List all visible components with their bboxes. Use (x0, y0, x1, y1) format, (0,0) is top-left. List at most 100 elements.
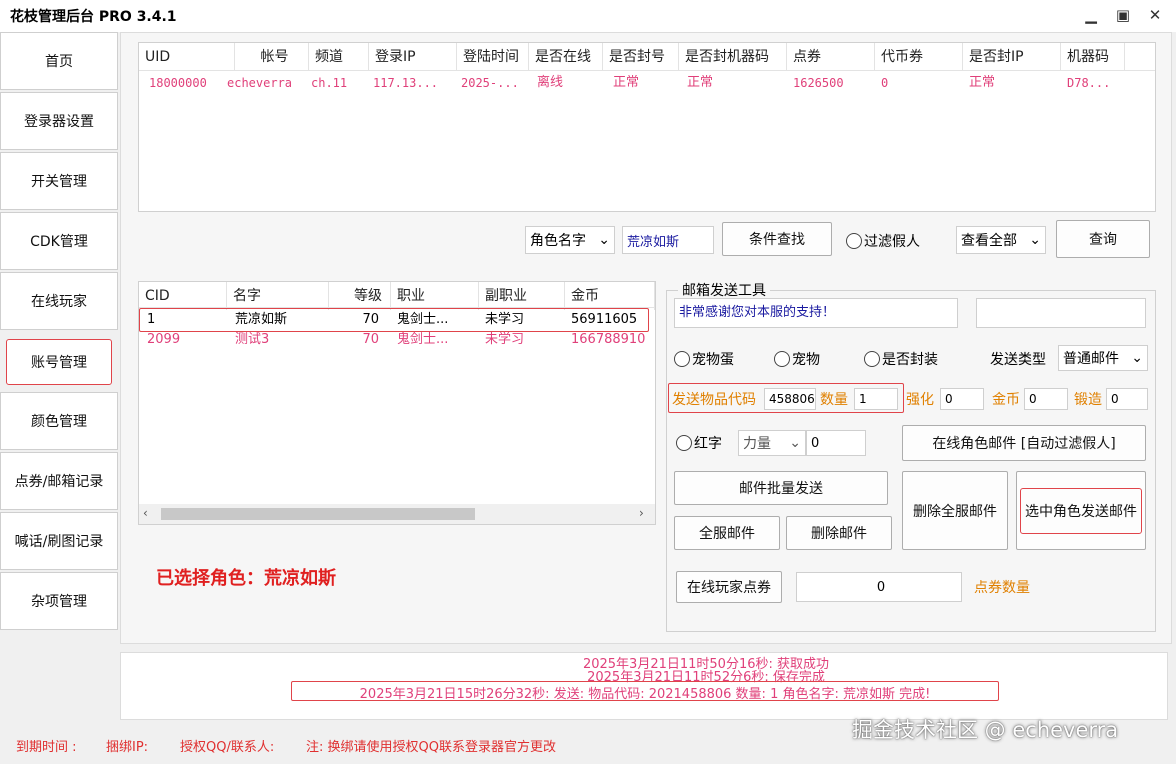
send-selected-role-mail-button[interactable]: 选中角色发送邮件 (1020, 487, 1142, 534)
chevron-down-icon: ⌄ (1131, 350, 1143, 366)
points-amount-input[interactable]: 0 (796, 572, 962, 602)
characters-table[interactable]: CID 名字 等级 职业 副职业 金币 1 荒凉如斯 70 鬼剑士... 未学习… (138, 281, 656, 525)
char-name[interactable]: 荒凉如斯 (229, 310, 329, 330)
account-ip-banned[interactable]: 正常 (963, 73, 1059, 93)
sidebar-item-switches[interactable]: 开关管理 (0, 152, 118, 210)
col-account[interactable]: 帐号 (235, 43, 309, 71)
sidebar-item-points-mail-log[interactable]: 点券/邮箱记录 (0, 452, 118, 510)
char-job[interactable]: 鬼剑士... (391, 330, 479, 350)
search-field-select[interactable]: 角色名字 ⌄ (525, 226, 615, 254)
chevron-down-icon: ⌄ (1029, 232, 1041, 248)
char-job[interactable]: 鬼剑士... (391, 310, 479, 330)
account-points[interactable]: 1626500 (787, 73, 875, 93)
close-icon[interactable]: ✕ (1142, 6, 1168, 26)
col-job[interactable]: 职业 (391, 282, 479, 310)
chevron-down-icon: ⌄ (789, 435, 801, 451)
account-login-time[interactable]: 2025-... (455, 73, 527, 93)
col-machine-banned[interactable]: 是否封机器码 (679, 43, 787, 71)
account-machine-banned[interactable]: 正常 (681, 73, 781, 93)
sidebar-item-home[interactable]: 首页 (0, 32, 118, 90)
scroll-left-icon[interactable]: ‹ (143, 506, 148, 520)
account-tokens[interactable]: 0 (875, 73, 963, 93)
view-all-select[interactable]: 查看全部 ⌄ (956, 226, 1046, 254)
char-name[interactable]: 测试3 (229, 330, 329, 350)
account-channel[interactable]: ch.11 (305, 73, 369, 93)
col-machine-code[interactable]: 机器码 (1061, 43, 1125, 71)
query-button[interactable]: 查询 (1056, 220, 1150, 258)
sidebar-item-shout-log[interactable]: 喊话/刷图记录 (0, 512, 118, 570)
online-player-points-button[interactable]: 在线玩家点券 (676, 571, 782, 603)
sidebar-item-misc[interactable]: 杂项管理 (0, 572, 118, 630)
col-online[interactable]: 是否在线 (529, 43, 603, 71)
col-char-name[interactable]: 名字 (227, 282, 329, 310)
forge-input[interactable]: 0 (1106, 388, 1148, 410)
char-gold[interactable]: 56911605 (565, 310, 655, 330)
qty-input[interactable]: 1 (854, 388, 898, 410)
batch-mail-button[interactable]: 邮件批量发送 (674, 471, 888, 505)
send-type-select[interactable]: 普通邮件 ⌄ (1058, 345, 1148, 371)
col-subjob[interactable]: 副职业 (479, 282, 565, 310)
mail-tool-title: 邮箱发送工具 (678, 280, 770, 300)
char-gold[interactable]: 166788910 (565, 330, 655, 350)
col-banned[interactable]: 是否封号 (603, 43, 679, 71)
account-ip[interactable]: 117.13... (367, 73, 455, 93)
col-login-ip[interactable]: 登录IP (369, 43, 457, 71)
mail-extra-input[interactable] (976, 298, 1146, 328)
red-text-radio[interactable]: 红字 (676, 433, 722, 453)
sidebar-item-launcher-settings[interactable]: 登录器设置 (0, 92, 118, 150)
minimize-icon[interactable]: ▁ (1078, 6, 1104, 26)
item-code-input[interactable]: 458806 (764, 388, 816, 410)
condition-search-button[interactable]: 条件查找 (722, 222, 832, 256)
pet-radio[interactable]: 宠物 (774, 349, 820, 369)
forge-label: 锻造 (1074, 392, 1102, 408)
send-type-value: 普通邮件 (1063, 351, 1119, 367)
sidebar-item-accounts[interactable]: 账号管理 (6, 339, 112, 385)
maximize-icon[interactable]: ▣ (1110, 6, 1136, 26)
col-login-time[interactable]: 登陆时间 (457, 43, 529, 71)
account-online[interactable]: 离线 (531, 73, 601, 93)
col-tokens[interactable]: 代币券 (875, 43, 963, 71)
search-keyword-input[interactable]: 荒凉如斯 (622, 226, 714, 254)
window-title: 花枝管理后台 PRO 3.4.1 (10, 9, 177, 25)
scrollbar-thumb[interactable] (161, 508, 475, 520)
char-cid[interactable]: 1 (141, 310, 227, 330)
send-selected-role-mail-wrapper: 选中角色发送邮件 (1016, 471, 1146, 550)
scroll-right-icon[interactable]: › (639, 506, 644, 520)
delete-all-mail-button[interactable]: 删除全服邮件 (902, 471, 1008, 550)
sidebar-item-cdk[interactable]: CDK管理 (0, 212, 118, 270)
horizontal-scrollbar[interactable]: ‹ › (139, 504, 655, 524)
col-uid[interactable]: UID (139, 43, 235, 71)
filter-fake-radio[interactable]: 过滤假人 (846, 231, 920, 251)
char-subjob[interactable]: 未学习 (479, 310, 565, 330)
delete-mail-button[interactable]: 删除邮件 (786, 516, 892, 550)
account-banned[interactable]: 正常 (607, 73, 677, 93)
pet-egg-radio[interactable]: 宠物蛋 (674, 349, 734, 369)
col-gold[interactable]: 金币 (565, 282, 655, 310)
sidebar-item-colors[interactable]: 颜色管理 (0, 392, 118, 450)
red-text-attr-select[interactable]: 力量 ⌄ (738, 430, 806, 456)
log-line: 2025年3月21日15时26分32秒: 发送: 物品代码: 202145880… (359, 687, 931, 702)
account-name[interactable]: echeverra (221, 73, 309, 93)
col-level[interactable]: 等级 (329, 282, 391, 310)
online-role-mail-button[interactable]: 在线角色邮件 [自动过滤假人] (902, 425, 1146, 461)
sealed-radio[interactable]: 是否封装 (864, 349, 938, 369)
col-ip-banned[interactable]: 是否封IP (963, 43, 1061, 71)
col-cid[interactable]: CID (139, 282, 227, 310)
mail-message-input[interactable]: 非常感谢您对本服的支持！ (674, 298, 958, 328)
enhance-input[interactable]: 0 (940, 388, 984, 410)
col-channel[interactable]: 频道 (309, 43, 369, 71)
char-level[interactable]: 70 (329, 310, 389, 330)
gold-input[interactable]: 0 (1024, 388, 1068, 410)
points-amount-label: 点券数量 (974, 580, 1030, 596)
account-machine-code[interactable]: D78... (1061, 73, 1125, 93)
col-points[interactable]: 点券 (787, 43, 875, 71)
sidebar-item-online-players[interactable]: 在线玩家 (0, 272, 118, 330)
char-cid[interactable]: 2099 (141, 330, 227, 350)
char-subjob[interactable]: 未学习 (479, 330, 565, 350)
pet-egg-label: 宠物蛋 (692, 352, 734, 368)
all-server-mail-button[interactable]: 全服邮件 (674, 516, 780, 550)
radio-circle-icon (864, 351, 880, 367)
char-level[interactable]: 70 (329, 330, 389, 350)
accounts-table[interactable]: UID 帐号 频道 登录IP 登陆时间 是否在线 是否封号 是否封机器码 点券 … (138, 42, 1156, 212)
red-text-value-input[interactable]: 0 (806, 430, 866, 456)
